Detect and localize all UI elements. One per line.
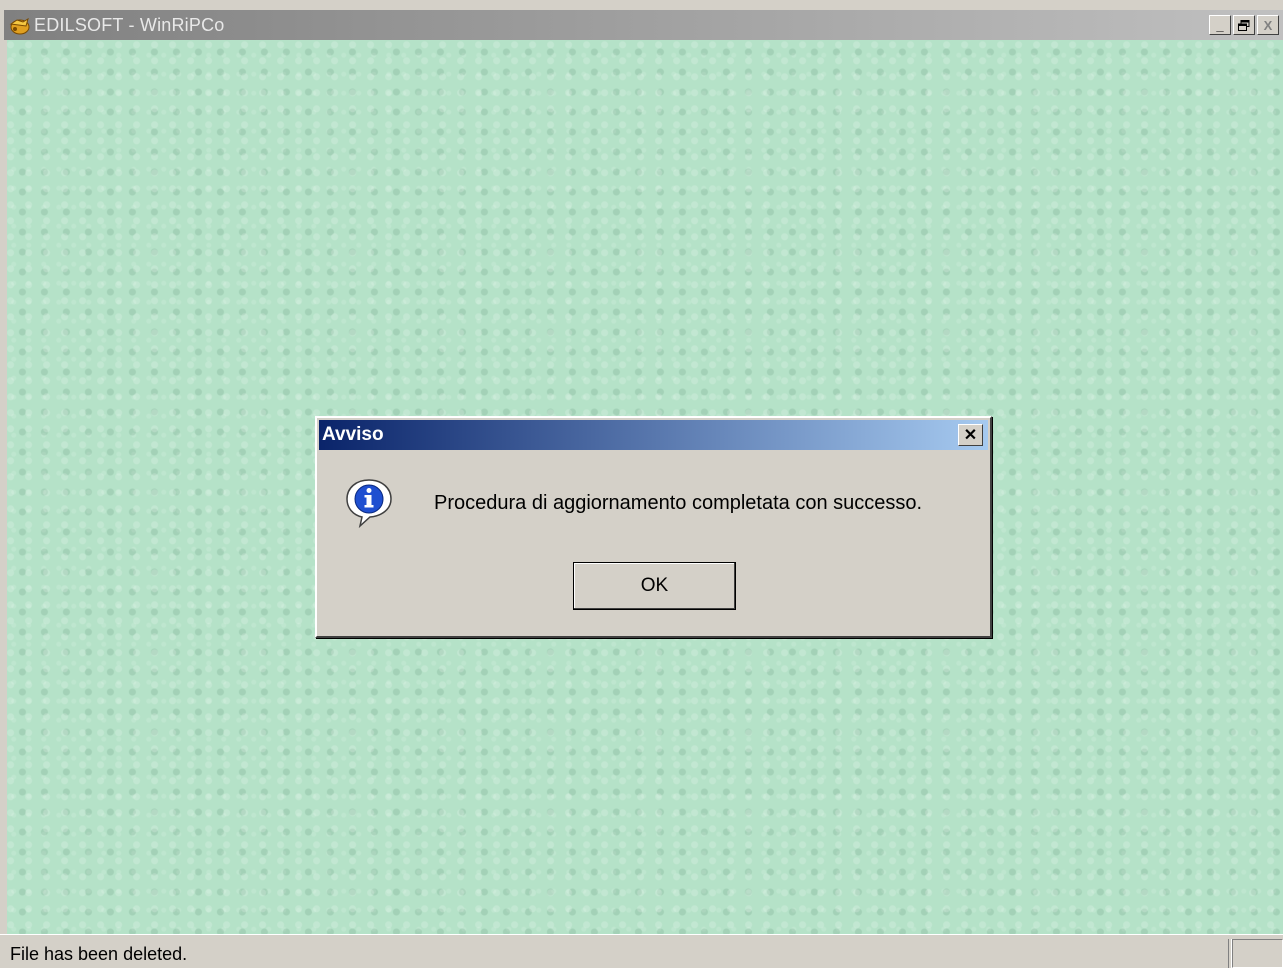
ok-button[interactable]: OK	[573, 562, 736, 610]
window-controls: _ X	[1209, 15, 1279, 35]
status-text: File has been deleted.	[10, 944, 188, 964]
restore-icon	[1238, 19, 1250, 31]
app-title: EDILSOFT - WinRiPCo	[34, 14, 225, 35]
app-title-bar[interactable]: EDILSOFT - WinRiPCo _ X	[4, 10, 1283, 40]
status-panel	[1232, 939, 1283, 968]
minimize-button[interactable]: _	[1209, 15, 1231, 35]
close-icon: ✕	[963, 427, 978, 444]
dialog-title-bar[interactable]: Avviso ✕	[319, 420, 988, 450]
dialog-title: Avviso	[322, 424, 384, 445]
dialog-close-button[interactable]: ✕	[958, 424, 983, 446]
message-dialog: Avviso ✕ Procedura di aggiornamento comp…	[315, 416, 992, 638]
dialog-message: Procedura di aggiornamento completata co…	[434, 492, 923, 514]
restore-button[interactable]	[1233, 15, 1255, 35]
status-bar: File has been deleted.	[0, 934, 1283, 968]
close-button[interactable]: X	[1257, 15, 1279, 35]
app-logo-icon	[8, 14, 30, 36]
info-icon	[342, 476, 396, 530]
